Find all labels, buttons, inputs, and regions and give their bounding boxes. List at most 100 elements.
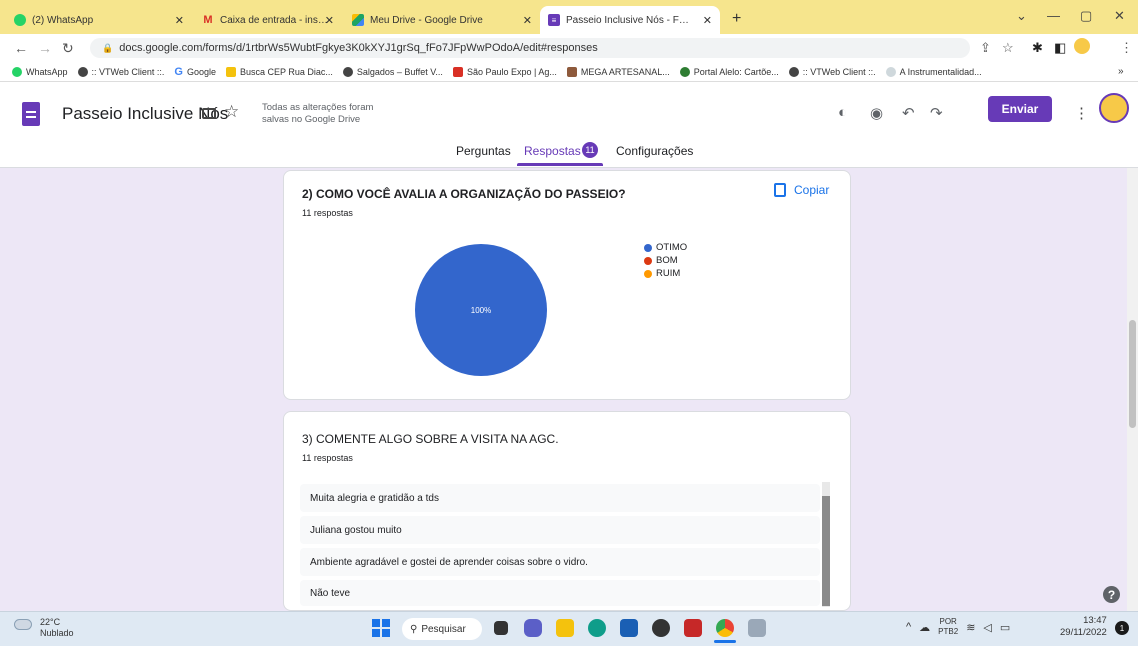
copy-chart-button[interactable]: Copiar <box>774 183 829 197</box>
question-card-3: 3) COMENTE ALGO SOBRE A VISITA NA AGC. 1… <box>283 411 851 611</box>
notification-badge[interactable]: 1 <box>1115 621 1129 635</box>
response-item: Juliana gostou muito <box>300 516 820 544</box>
send-button[interactable]: Enviar <box>988 96 1052 122</box>
response-count: 11 respostas <box>302 453 353 463</box>
bookmark-item[interactable]: WhatsApp <box>12 66 68 77</box>
back-icon[interactable]: ← <box>14 40 28 56</box>
whatsapp-icon <box>12 66 22 77</box>
legend-label: BOM <box>656 255 678 266</box>
close-icon[interactable]: ✕ <box>703 14 712 27</box>
globe-icon <box>77 66 88 77</box>
tab-google-forms[interactable]: ≡ Passeio Inclusive Nós - Formulári ✕ <box>540 6 720 34</box>
bookmarks-overflow-icon[interactable]: » <box>1118 66 1124 77</box>
chat-icon[interactable] <box>524 619 542 637</box>
bookmark-item[interactable]: Busca CEP Rua Diac... <box>225 66 333 77</box>
undo-icon[interactable]: ↶ <box>902 104 915 122</box>
tab-whatsapp[interactable]: (2) WhatsApp ✕ <box>6 6 192 34</box>
mcafee-icon[interactable] <box>684 619 702 637</box>
battery-icon[interactable]: ▭ <box>1000 621 1010 634</box>
dell-icon[interactable] <box>652 619 670 637</box>
taskbar-clock[interactable]: 13:47 29/11/2022 <box>1060 615 1107 639</box>
browser-menu-icon[interactable]: ⋮ <box>1120 40 1133 56</box>
lock-icon: 🔒 <box>102 42 114 53</box>
bookmark-item[interactable]: Portal Alelo: Cartõe... <box>679 66 779 77</box>
extensions-icon[interactable]: ✱ <box>1032 40 1043 56</box>
preview-eye-icon[interactable]: ◉ <box>870 104 883 122</box>
minimize-icon[interactable]: — <box>1047 8 1060 23</box>
url-text: docs.google.com/forms/d/1rtbrWs5WubtFgky… <box>119 42 598 54</box>
task-view-icon[interactable] <box>494 621 508 635</box>
avatar[interactable] <box>1099 93 1129 123</box>
window-close-icon[interactable]: ✕ <box>1114 8 1125 24</box>
active-app-indicator <box>714 640 736 643</box>
responses-count-badge: 11 <box>582 142 598 158</box>
wifi-icon[interactable]: ≋ <box>966 621 975 634</box>
language-indicator[interactable]: POR PTB2 <box>938 617 958 637</box>
windows-start-icon[interactable] <box>372 619 390 637</box>
chrome-icon[interactable] <box>716 619 734 637</box>
site-icon <box>452 66 463 77</box>
bookmark-item[interactable]: Salgados – Buffet V... <box>342 66 443 77</box>
chevron-up-icon[interactable]: ^ <box>906 621 911 633</box>
close-icon[interactable]: ✕ <box>175 14 184 27</box>
site-icon <box>679 66 690 77</box>
close-icon[interactable]: ✕ <box>523 14 532 27</box>
palette-icon[interactable]: ◐ <box>838 104 847 121</box>
page-scrollbar-thumb[interactable] <box>1129 320 1136 428</box>
whatsapp-icon <box>14 14 26 26</box>
copy-icon <box>774 183 786 197</box>
folder-icon <box>225 66 236 77</box>
weather-widget[interactable]: 22°C Nublado <box>14 617 74 639</box>
close-icon[interactable]: ✕ <box>325 14 334 27</box>
bookmark-item[interactable]: :: VTWeb Client ::. <box>788 66 876 77</box>
edge-icon[interactable] <box>588 619 606 637</box>
legend-dot <box>644 243 652 252</box>
legend-item: OTIMO <box>644 241 687 254</box>
site-icon <box>885 66 896 77</box>
response-item: Muita alegria e gratidão a tds <box>300 484 820 512</box>
file-explorer-icon[interactable] <box>556 619 574 637</box>
folder-icon[interactable] <box>202 108 216 119</box>
tab-search-chevron-icon[interactable]: ⌄ <box>1016 8 1027 24</box>
search-icon: ⚲ <box>410 623 418 635</box>
tab-questions[interactable]: Perguntas <box>456 144 511 158</box>
forms-logo-icon[interactable] <box>22 102 40 126</box>
bookmark-item[interactable]: A Instrumentalidad... <box>885 66 982 77</box>
star-icon[interactable]: ☆ <box>224 102 239 122</box>
new-tab-icon[interactable]: + <box>732 10 741 28</box>
forward-icon[interactable]: → <box>38 40 52 56</box>
sidepanel-icon[interactable]: ◧ <box>1054 40 1066 56</box>
weather-condition: Nublado <box>40 628 74 638</box>
tab-responses[interactable]: Respostas <box>524 144 581 158</box>
copy-label: Copiar <box>794 183 830 197</box>
google-icon: G <box>174 65 183 78</box>
bookmark-item[interactable]: G Google <box>174 66 216 78</box>
responses-scrollbar-thumb[interactable] <box>822 496 830 606</box>
redo-icon[interactable]: ↷ <box>930 104 943 122</box>
tab-gmail[interactable]: M Caixa de entrada - institutolucas ✕ <box>194 6 342 34</box>
bookmark-item[interactable]: São Paulo Expo | Ag... <box>452 66 557 77</box>
bookmark-item[interactable]: :: VTWeb Client ::. <box>77 66 164 77</box>
restore-icon[interactable]: ▢ <box>1080 8 1092 24</box>
url-bar[interactable]: 🔒 docs.google.com/forms/d/1rtbrWs5WubtFg… <box>90 38 970 58</box>
store-icon[interactable] <box>620 619 638 637</box>
volume-icon[interactable]: ◁ <box>983 621 991 634</box>
slice-label: 100% <box>471 306 491 315</box>
bookmark-star-icon[interactable]: ☆ <box>1002 40 1014 56</box>
site-icon <box>566 66 577 77</box>
bookmark-item[interactable]: MEGA ARTESANAL... <box>566 66 670 77</box>
question-title: 3) COMENTE ALGO SOBRE A VISITA NA AGC. <box>302 432 559 446</box>
legend-dot <box>644 256 652 265</box>
tab-google-drive[interactable]: Meu Drive - Google Drive ✕ <box>344 6 540 34</box>
app-icon[interactable] <box>748 619 766 637</box>
taskbar-search[interactable]: ⚲ Pesquisar <box>402 618 482 640</box>
cloud-sync-icon[interactable]: ☁ <box>919 621 930 634</box>
globe-icon <box>342 66 353 77</box>
more-options-icon[interactable]: ⋮ <box>1074 104 1089 122</box>
reload-icon[interactable]: ↻ <box>62 40 74 57</box>
tab-settings[interactable]: Configurações <box>616 144 693 158</box>
help-icon[interactable]: ? <box>1103 586 1120 603</box>
profile-avatar-icon[interactable] <box>1074 38 1090 54</box>
gmail-icon: M <box>203 14 213 26</box>
share-icon[interactable]: ⇪ <box>980 40 991 56</box>
